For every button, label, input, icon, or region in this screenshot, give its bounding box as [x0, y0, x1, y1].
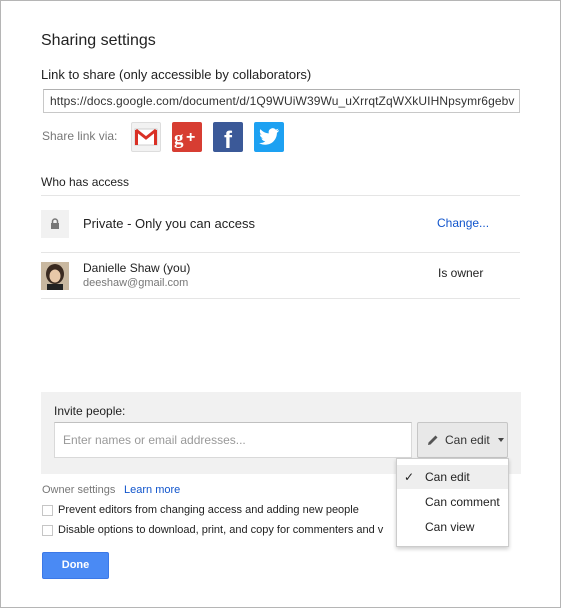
user-name: Danielle Shaw (you): [83, 261, 191, 275]
twitter-icon[interactable]: [254, 122, 284, 152]
svg-text:f: f: [224, 127, 233, 150]
link-to-share-label: Link to share (only accessible by collab…: [41, 67, 312, 82]
svg-text:+: +: [186, 129, 195, 146]
permission-dropdown-button[interactable]: Can edit: [417, 422, 508, 458]
sharing-settings-dialog: Sharing settings Link to share (only acc…: [0, 0, 561, 608]
share-link-field[interactable]: https://docs.google.com/document/d/1Q9WU…: [43, 89, 520, 113]
menu-item-can-view[interactable]: Can view: [397, 515, 508, 539]
disable-download-checkbox[interactable]: [42, 524, 53, 536]
chevron-down-icon: [497, 438, 504, 442]
learn-more-link[interactable]: Learn more: [124, 484, 180, 496]
menu-item-label: Can edit: [425, 470, 470, 484]
disable-download-label: Disable options to download, print, and …: [58, 524, 384, 536]
avatar: [41, 262, 69, 290]
prevent-editors-label: Prevent editors from changing access and…: [58, 504, 359, 516]
who-has-access-heading: Who has access: [41, 175, 130, 189]
dialog-title: Sharing settings: [41, 32, 156, 49]
permission-menu: ✓ Can edit Can comment Can view: [396, 458, 509, 547]
pencil-icon: [427, 434, 439, 446]
share-via-label: Share link via:: [42, 129, 118, 143]
divider: [41, 195, 520, 196]
access-level-text: Private - Only you can access: [83, 216, 255, 231]
svg-text:g: g: [174, 128, 184, 149]
user-email: deeshaw@gmail.com: [83, 277, 189, 289]
user-role: Is owner: [438, 266, 484, 280]
menu-item-can-edit[interactable]: ✓ Can edit: [397, 465, 508, 489]
owner-settings-label: Owner settings: [42, 484, 116, 496]
checkmark-icon: ✓: [404, 470, 415, 484]
invite-people-input[interactable]: Enter names or email addresses...: [54, 422, 412, 458]
lock-icon: [41, 210, 69, 238]
menu-item-label: Can comment: [425, 495, 500, 509]
google-plus-icon[interactable]: g +: [172, 122, 202, 152]
invite-people-label: Invite people:: [54, 404, 126, 418]
menu-item-can-comment[interactable]: Can comment: [397, 490, 508, 514]
divider: [41, 252, 520, 253]
divider: [41, 298, 520, 299]
facebook-icon[interactable]: f: [213, 122, 243, 152]
permission-label: Can edit: [445, 433, 490, 447]
disable-download-option[interactable]: Disable options to download, print, and …: [42, 524, 383, 536]
prevent-editors-option[interactable]: Prevent editors from changing access and…: [42, 504, 359, 516]
change-access-link[interactable]: Change...: [437, 216, 489, 230]
prevent-editors-checkbox[interactable]: [42, 504, 53, 516]
gmail-icon[interactable]: [131, 122, 161, 152]
menu-item-label: Can view: [425, 520, 475, 534]
done-button[interactable]: Done: [42, 552, 109, 579]
